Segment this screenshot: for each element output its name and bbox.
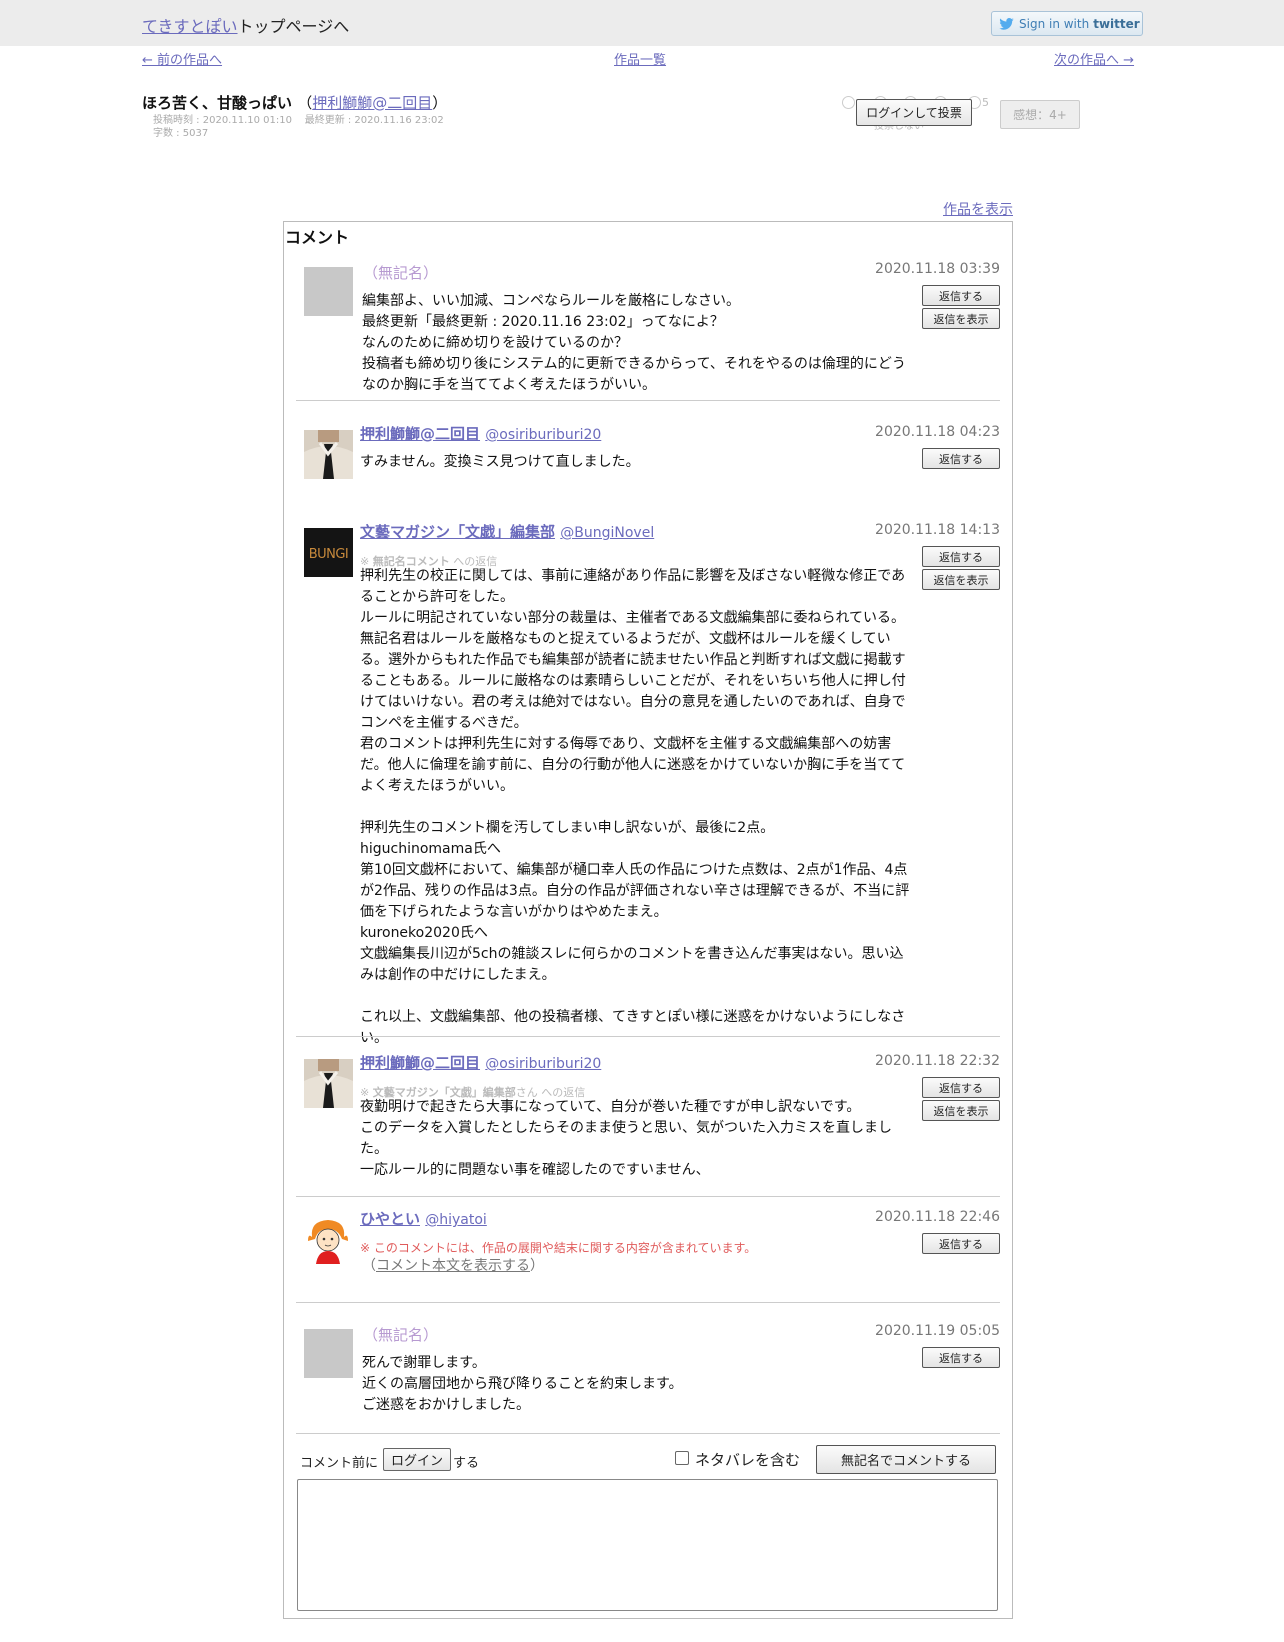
comments-heading: コメント xyxy=(285,228,350,247)
comment-author-line: 押利鰤鰤@二回目 @osiriburiburi20 xyxy=(360,1052,601,1073)
comment-author-line: 押利鰤鰤@二回目 @osiriburiburi20 xyxy=(360,423,601,444)
show-work-link[interactable]: 作品を表示 xyxy=(943,199,1013,219)
twitter-bird-icon xyxy=(999,17,1014,30)
comment-divider xyxy=(296,1196,1000,1197)
char-count: 字数 : 5037 xyxy=(153,128,209,139)
comment-divider xyxy=(296,1302,1000,1303)
site-home-link[interactable]: てきすとぽい xyxy=(142,17,238,36)
spoiler-checkbox[interactable] xyxy=(675,1451,689,1465)
author-paren-close: ） xyxy=(432,94,448,112)
comment-date: 2020.11.18 22:32 xyxy=(875,1053,1000,1069)
reply-button[interactable]: 返信する xyxy=(922,546,1000,567)
show-comment-body-link[interactable]: コメント本文を表示する xyxy=(376,1258,530,1274)
comment-item: 押利鰤鰤@二回目 @osiriburiburi20 2020.11.18 22:… xyxy=(296,1049,1000,1197)
avatar-placeholder xyxy=(304,1329,353,1378)
comment-author-handle[interactable]: @osiriburiburi20 xyxy=(485,1056,601,1072)
show-body-paren-open: （ xyxy=(362,1258,376,1274)
top-bar: てきすとぽいトップページへ Sign in with twitter xyxy=(0,0,1284,46)
impression-button[interactable]: 感想：4+ xyxy=(1000,100,1080,129)
spoiler-warning: ※ このコメントには、作品の展開や結末に関する内容が含まれています。 xyxy=(360,1241,757,1255)
user-avatar-image xyxy=(304,1059,353,1108)
comment-author[interactable]: ひやとい xyxy=(360,1210,420,1228)
comments-section: コメント （無記名） 2020.11.18 03:39 返信する 返信を表示 編… xyxy=(283,221,1013,1619)
comment-item: （無記名） 2020.11.18 03:39 返信する 返信を表示 編集部よ、い… xyxy=(296,257,1000,407)
comment-form-pre: コメント前に xyxy=(300,1456,379,1471)
work-title-row: ほろ苦く、甘酸っぱい （押利鰤鰤@二回目） xyxy=(142,92,447,113)
avatar xyxy=(304,1059,353,1108)
comment-item: （無記名） 2020.11.19 05:05 返信する 死んで謝罪します。 近く… xyxy=(296,1319,1000,1434)
comment-form-row: コメント前に ログイン する ネタバレを含む 無記名でコメントする xyxy=(300,1445,1000,1475)
author-paren-open: （ xyxy=(297,94,313,112)
bungi-logo-avatar: BUNGI xyxy=(304,528,353,577)
reply-button[interactable]: 返信する xyxy=(922,1233,1000,1254)
avatar-placeholder xyxy=(304,267,353,316)
login-to-vote-button[interactable]: ログインして投票 xyxy=(856,99,972,126)
comment-item: BUNGI 文藝マガジン「文戯」編集部 @BungiNovel 2020.11.… xyxy=(296,518,1000,1048)
twitter-brand-text: twitter xyxy=(1093,16,1140,31)
comment-author: （無記名） xyxy=(363,1326,439,1344)
reply-button[interactable]: 返信する xyxy=(922,285,1000,306)
work-author-link[interactable]: 押利鰤鰤@二回目 xyxy=(312,94,432,112)
comment-author[interactable]: 押利鰤鰤@二回目 xyxy=(360,1054,480,1072)
comment-author: （無記名） xyxy=(363,264,439,282)
avatar: BUNGI xyxy=(304,528,353,577)
comment-body: 押利先生の校正に関しては、事前に連絡があり作品に影響を及ぼさない軽微な修正である… xyxy=(360,568,910,1046)
comment-date: 2020.11.19 05:05 xyxy=(875,1323,1000,1339)
comment-author-handle[interactable]: @osiriburiburi20 xyxy=(485,427,601,443)
comment-divider xyxy=(296,1036,1000,1037)
comment-item: ひやとい @hiyatoi 2020.11.18 22:46 返信する ※ この… xyxy=(296,1205,1000,1303)
site-title-suffix: トップページへ xyxy=(237,17,350,36)
login-button[interactable]: ログイン xyxy=(383,1448,451,1471)
next-work-link[interactable]: 次の作品へ → xyxy=(1054,49,1134,68)
avatar xyxy=(304,430,353,479)
show-replies-button[interactable]: 返信を表示 xyxy=(922,308,1000,329)
user-avatar-image xyxy=(304,430,353,479)
twitter-signin-text: Sign in with xyxy=(1019,16,1090,31)
comment-divider xyxy=(296,1433,1000,1434)
prev-work-link[interactable]: ← 前の作品へ xyxy=(142,49,222,68)
twitter-signin-button[interactable]: Sign in with twitter xyxy=(991,11,1143,36)
work-list-link[interactable]: 作品一覧 xyxy=(614,49,666,68)
comment-body: 死んで謝罪します。 近くの高層団地から飛び降りることを約束します。 ご迷惑をおか… xyxy=(362,1355,683,1413)
reply-button[interactable]: 返信する xyxy=(922,448,1000,469)
comment-author[interactable]: 押利鰤鰤@二回目 xyxy=(360,425,480,443)
comment-author-line: ひやとい @hiyatoi xyxy=(360,1208,487,1229)
show-comment-body: （コメント本文を表示する） xyxy=(362,1255,544,1275)
comment-item: 押利鰤鰤@二回目 @osiriburiburi20 2020.11.18 04:… xyxy=(296,420,1000,500)
show-body-paren-close: ） xyxy=(530,1258,544,1274)
comment-author-handle[interactable]: @hiyatoi xyxy=(425,1212,487,1228)
show-replies-button[interactable]: 返信を表示 xyxy=(922,569,1000,590)
comment-author-handle[interactable]: @BungiNovel xyxy=(560,525,654,541)
spoiler-checkbox-label[interactable]: ネタバレを含む xyxy=(695,1449,800,1470)
comment-form-post: する xyxy=(453,1456,480,1471)
updated-time: 最終更新 : 2020.11.16 23:02 xyxy=(304,115,444,126)
comment-author-line: 文藝マガジン「文戯」編集部 @BungiNovel xyxy=(360,521,654,542)
comment-date: 2020.11.18 04:23 xyxy=(875,424,1000,440)
comment-date: 2020.11.18 22:46 xyxy=(875,1209,1000,1225)
comment-textarea[interactable] xyxy=(297,1479,998,1611)
avatar xyxy=(304,1215,353,1264)
bungi-logo-text: BUNGI xyxy=(309,547,349,562)
site-title: てきすとぽいトップページへ xyxy=(142,13,349,37)
comment-body: すみません。変換ミス見つけて直しました。 xyxy=(360,454,640,470)
comment-body: 夜勤明けで起きたら大事になっていて、自分が巻いた種ですが申し訳ないです。 このデ… xyxy=(360,1099,892,1178)
hiyatoi-avatar-image xyxy=(304,1215,353,1264)
comment-author[interactable]: 文藝マガジン「文戯」編集部 xyxy=(360,523,555,541)
comment-date: 2020.11.18 14:13 xyxy=(875,522,1000,538)
vote-radio[interactable] xyxy=(842,96,855,109)
reply-button[interactable]: 返信する xyxy=(922,1347,1000,1368)
reply-button[interactable]: 返信する xyxy=(922,1077,1000,1098)
work-title: ほろ苦く、甘酸っぱい xyxy=(142,94,293,112)
comment-body: 編集部よ、いい加減、コンペならルールを厳格にしなさい。 最終更新「最終更新 : … xyxy=(362,293,906,393)
comment-divider xyxy=(296,400,1000,401)
anonymous-comment-button[interactable]: 無記名でコメントする xyxy=(816,1445,996,1474)
vote-scale-max: 5 xyxy=(982,96,989,109)
comment-date: 2020.11.18 03:39 xyxy=(875,261,1000,277)
show-replies-button[interactable]: 返信を表示 xyxy=(922,1100,1000,1121)
